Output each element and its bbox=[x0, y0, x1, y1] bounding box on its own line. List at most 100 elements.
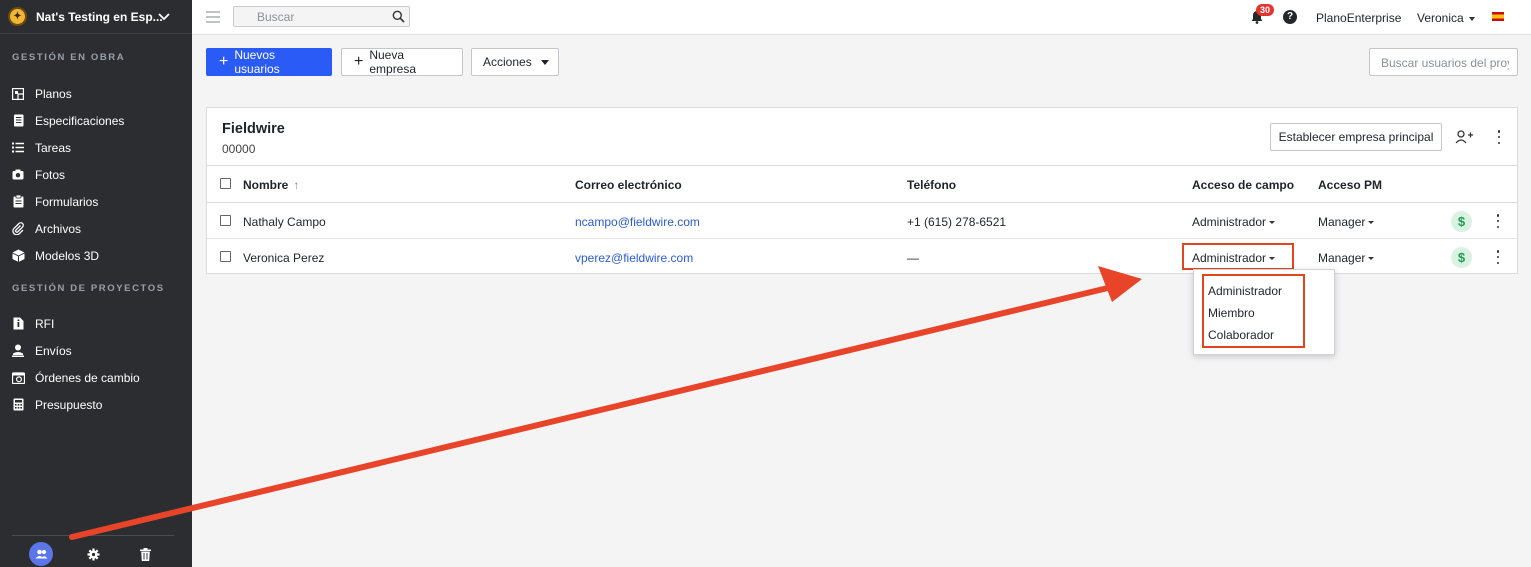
sidebar-item-fotos[interactable]: Fotos bbox=[0, 161, 192, 188]
select-all-checkbox[interactable] bbox=[220, 178, 231, 189]
spain-flag-icon[interactable] bbox=[1492, 12, 1504, 21]
row-more-icon[interactable] bbox=[1496, 250, 1500, 264]
rfi-document-icon bbox=[11, 317, 25, 331]
section-header-obra: GESTIÓN EN OBRA bbox=[12, 52, 126, 63]
billing-dollar-icon[interactable]: $ bbox=[1451, 247, 1472, 268]
sidebar-item-rfi[interactable]: RFI bbox=[0, 310, 192, 337]
global-search-input[interactable]: Buscar bbox=[233, 6, 410, 27]
sidebar-item-label: Órdenes de cambio bbox=[35, 370, 140, 385]
sidebar-item-label: Presupuesto bbox=[35, 397, 103, 412]
trash-icon[interactable] bbox=[133, 542, 157, 566]
project-logo-icon: ✦ bbox=[8, 7, 27, 26]
project-user-search-input[interactable]: Buscar usuarios del proye bbox=[1369, 48, 1518, 76]
sidebar-item-modelos-3d[interactable]: Modelos 3D bbox=[0, 242, 192, 269]
annotation-highlight-box bbox=[1182, 243, 1294, 270]
column-header-pm-access: Acceso PM bbox=[1318, 178, 1383, 192]
user-phone-cell: — bbox=[907, 251, 919, 265]
new-users-button[interactable]: + Nuevos usuarios bbox=[206, 48, 332, 76]
hamburger-menu-icon[interactable] bbox=[206, 11, 220, 23]
sidebar-item-tareas[interactable]: Tareas bbox=[0, 134, 192, 161]
row-more-icon[interactable] bbox=[1496, 214, 1500, 228]
submittal-person-icon bbox=[11, 344, 25, 358]
pm-access-dropdown[interactable]: Manager bbox=[1318, 215, 1375, 229]
user-search-placeholder: Buscar usuarios del proye bbox=[1381, 56, 1509, 70]
specifications-icon bbox=[11, 114, 25, 128]
row-checkbox[interactable] bbox=[220, 251, 231, 262]
sidebar-item-planos[interactable]: Planos bbox=[0, 80, 192, 107]
sidebar-item-envios[interactable]: Envíos bbox=[0, 337, 192, 364]
caret-down-icon bbox=[540, 59, 549, 65]
chevron-down-icon[interactable] bbox=[158, 10, 170, 22]
menu-item-colaborador[interactable]: Colaborador bbox=[1208, 328, 1274, 342]
users-icon[interactable] bbox=[29, 542, 53, 566]
caret-down-icon bbox=[1269, 221, 1276, 225]
actions-dropdown-button[interactable]: Acciones bbox=[471, 48, 559, 76]
notification-count-badge: 30 bbox=[1256, 4, 1275, 16]
project-selector[interactable]: ✦ Nat's Testing en Esp... bbox=[0, 0, 192, 34]
company-code: 00000 bbox=[222, 142, 256, 156]
search-icon bbox=[392, 10, 405, 23]
gear-icon[interactable] bbox=[81, 542, 105, 566]
forms-icon bbox=[11, 195, 25, 209]
sidebar-item-formularios[interactable]: Formularios bbox=[0, 188, 192, 215]
new-company-button[interactable]: + Nueva empresa bbox=[341, 48, 463, 76]
company-more-icon[interactable] bbox=[1497, 130, 1501, 144]
sidebar-item-label: Tareas bbox=[35, 140, 72, 155]
user-name: Veronica bbox=[1417, 11, 1464, 25]
set-main-company-button[interactable]: Establecer empresa principal bbox=[1270, 123, 1442, 151]
table-header: Nombre ↑ Correo electrónico Teléfono Acce… bbox=[207, 165, 1517, 203]
company-name: Fieldwire bbox=[222, 121, 285, 137]
sidebar-item-especificaciones[interactable]: Especificaciones bbox=[0, 107, 192, 134]
column-header-field-access: Acceso de campo bbox=[1192, 178, 1295, 192]
calculator-icon bbox=[11, 398, 25, 412]
menu-item-miembro[interactable]: Miembro bbox=[1208, 306, 1255, 320]
sidebar-item-label: Envíos bbox=[35, 343, 72, 358]
user-name-cell: Nathaly Campo bbox=[243, 215, 326, 229]
user-email-link[interactable]: vperez@fieldwire.com bbox=[575, 251, 693, 265]
column-header-phone: Teléfono bbox=[907, 178, 957, 192]
column-header-email: Correo electrónico bbox=[575, 178, 682, 192]
sidebar-item-label: RFI bbox=[35, 316, 55, 331]
user-email-link[interactable]: ncampo@fieldwire.com bbox=[575, 215, 700, 229]
top-bar: Buscar 30 ? PlanoEnterprise Veronica bbox=[192, 0, 1531, 35]
company-card: Fieldwire 00000 Establecer empresa princ… bbox=[206, 107, 1518, 274]
field-access-dropdown[interactable]: Administrador bbox=[1192, 215, 1276, 229]
nav-list-obra: Planos Especificaciones Tareas Fotos For… bbox=[0, 80, 192, 269]
organization-name[interactable]: PlanoEnterprise bbox=[1316, 11, 1401, 25]
sidebar-item-presupuesto[interactable]: Presupuesto bbox=[0, 391, 192, 418]
nav-list-proyectos: RFI Envíos Órdenes de cambio Presupuesto bbox=[0, 310, 192, 418]
plans-icon bbox=[11, 87, 25, 101]
cube-icon bbox=[11, 249, 25, 263]
sidebar-item-label: Planos bbox=[35, 86, 72, 101]
paperclip-icon bbox=[11, 222, 25, 236]
new-users-label: Nuevos usuarios bbox=[234, 48, 280, 76]
sidebar-item-archivos[interactable]: Archivos bbox=[0, 215, 192, 242]
field-access-menu: Administrador Miembro Colaborador bbox=[1193, 269, 1335, 355]
project-name: Nat's Testing en Esp... bbox=[36, 9, 163, 24]
tasks-list-icon bbox=[11, 141, 25, 155]
menu-item-administrador[interactable]: Administrador bbox=[1208, 284, 1282, 298]
caret-down-icon bbox=[1368, 257, 1375, 261]
sidebar: ✦ Nat's Testing en Esp... GESTIÓN EN OBR… bbox=[0, 0, 192, 567]
plus-icon: + bbox=[219, 53, 229, 70]
sidebar-item-label: Fotos bbox=[35, 167, 66, 182]
user-phone-cell: +1 (615) 278-6521 bbox=[907, 215, 1007, 229]
actions-label: Acciones bbox=[483, 55, 532, 69]
sidebar-item-label: Especificaciones bbox=[35, 113, 125, 128]
caret-down-icon bbox=[1368, 221, 1375, 225]
add-user-icon[interactable] bbox=[1455, 129, 1473, 145]
new-company-label: Nueva empresa bbox=[369, 48, 417, 76]
sidebar-footer bbox=[12, 535, 174, 567]
pm-access-dropdown[interactable]: Manager bbox=[1318, 251, 1375, 265]
user-menu[interactable]: Veronica bbox=[1417, 11, 1475, 25]
sidebar-item-label: Archivos bbox=[35, 221, 82, 236]
sidebar-item-ordenes-de-cambio[interactable]: Órdenes de cambio bbox=[0, 364, 192, 391]
column-header-name[interactable]: Nombre ↑ bbox=[243, 178, 299, 192]
billing-dollar-icon[interactable]: $ bbox=[1451, 211, 1472, 232]
sort-ascending-icon: ↑ bbox=[293, 178, 300, 192]
main-content: + Nuevos usuarios + Nueva empresa Acciones… bbox=[192, 35, 1531, 567]
table-row: Nathaly Campo ncampo@fieldwire.com +1 (6… bbox=[207, 203, 1517, 239]
help-icon[interactable]: ? bbox=[1283, 10, 1297, 24]
camera-icon bbox=[11, 168, 25, 182]
row-checkbox[interactable] bbox=[220, 215, 231, 226]
